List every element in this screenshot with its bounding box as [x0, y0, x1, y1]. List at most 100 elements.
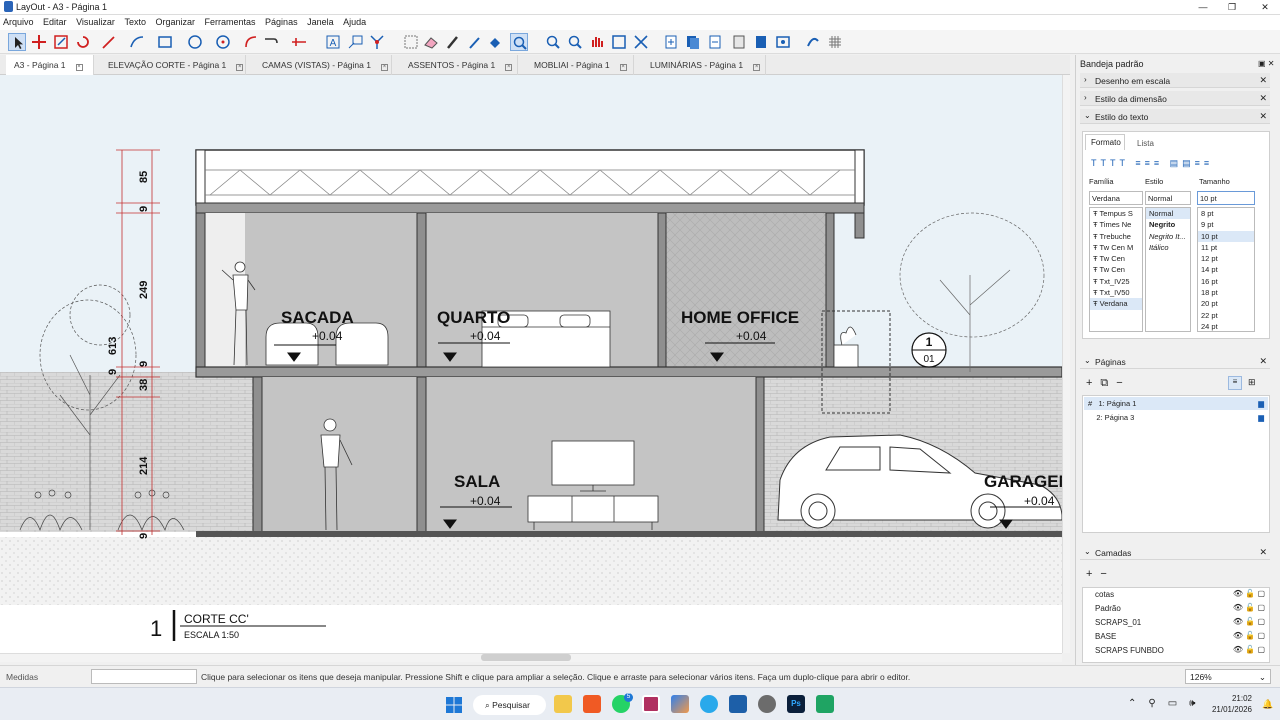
clip-tool-icon[interactable] [402, 33, 420, 51]
text-format-buttons[interactable]: TTTT ≡≡≡ ▤▤≡≡ [1091, 158, 1267, 172]
font-family-item[interactable]: Ŧ Tw Cen [1090, 253, 1142, 264]
maximize-button[interactable]: ❐ [1225, 1, 1239, 13]
close-tab-icon[interactable]: × [236, 64, 244, 71]
size-field[interactable]: 10 pt [1197, 191, 1255, 205]
camtasia-icon[interactable] [816, 695, 834, 713]
delete-page-icon[interactable] [706, 33, 724, 51]
taskbar-search[interactable]: ⌕ Pesquisar [473, 695, 546, 715]
font-size-item[interactable]: 12 pt [1198, 253, 1254, 264]
family-field[interactable]: Verdana [1089, 191, 1143, 205]
brave-browser-icon[interactable] [583, 695, 601, 713]
section-marker[interactable]: 1 01 [911, 332, 947, 368]
tab-luminarias[interactable]: LUMINÁRIAS - Página 1 × [642, 55, 766, 75]
move-tool-icon[interactable] [30, 33, 48, 51]
close-icon[interactable]: ✕ [1259, 111, 1267, 122]
menu-arquivo[interactable]: Arquivo [0, 15, 38, 27]
font-size-item[interactable]: 10 pt [1198, 230, 1254, 242]
tab-a3-pagina-1[interactable]: A3 - Página 1 × [6, 55, 94, 75]
measures-input[interactable] [91, 669, 197, 684]
font-family-item[interactable]: Ŧ Trebuche [1090, 231, 1142, 242]
tab-camas-vistas[interactable]: CAMAS (VISTAS) - Página 1 × [254, 55, 392, 75]
layer-visibility-lock-icons[interactable]: 👁 🔓 ▢ [1233, 617, 1265, 626]
settings-gear-icon[interactable] [758, 695, 776, 713]
layer-item[interactable]: Padrão 👁 🔓 ▢ [1083, 602, 1269, 616]
zoom-select[interactable]: 126% ⌄ [1185, 669, 1271, 684]
section-paginas[interactable]: ⌄ Páginas ✕ [1080, 354, 1270, 369]
sketchup-model-icon[interactable] [804, 33, 822, 51]
font-family-item[interactable]: Ŧ Times Ne [1090, 219, 1142, 230]
duplicate-page-icon[interactable] [684, 33, 702, 51]
page-actions[interactable]: +⧉− [1086, 377, 1131, 390]
layer-visibility-lock-icons[interactable]: 👁 🔓 ▢ [1233, 589, 1265, 598]
close-tab-icon[interactable]: × [619, 64, 627, 71]
pan-tool-icon[interactable] [588, 33, 606, 51]
font-family-item[interactable]: Ŧ Tempus S [1090, 208, 1142, 219]
line-tool-icon[interactable] [100, 33, 118, 51]
font-style-list[interactable]: Normal Negrito Negrito It... Itálico [1145, 207, 1191, 332]
font-style-item[interactable]: Normal [1146, 208, 1190, 220]
telegram-icon[interactable] [700, 695, 718, 713]
notifications-icon[interactable]: 🔔 [1262, 699, 1273, 710]
layer-visibility-lock-icons[interactable]: 👁 🔓 ▢ [1233, 603, 1265, 612]
font-size-item[interactable]: 9 pt [1198, 219, 1254, 230]
fit-page-icon[interactable] [632, 33, 650, 51]
style-tool-icon[interactable] [444, 33, 462, 51]
close-tab-icon[interactable]: × [505, 64, 513, 71]
split-tool-icon[interactable] [262, 33, 280, 51]
vertical-scrollbar[interactable] [1062, 75, 1070, 653]
copilot-icon[interactable] [671, 695, 689, 713]
font-size-item[interactable]: 16 pt [1198, 276, 1254, 287]
tab-formato[interactable]: Formato [1085, 134, 1125, 150]
offset-tool-icon[interactable] [242, 33, 260, 51]
font-size-item[interactable]: 8 pt [1198, 208, 1254, 219]
close-icon[interactable]: ✕ [1259, 93, 1267, 104]
font-style-item[interactable]: Negrito [1146, 219, 1190, 230]
menu-ajuda[interactable]: Ajuda [340, 15, 370, 27]
section-estilo-do-texto[interactable]: ⌄ Estilo do texto ✕ [1080, 109, 1270, 124]
section-estilo-da-dimensao[interactable]: › Estilo da dimensão ✕ [1080, 91, 1270, 106]
menu-ferramentas[interactable]: Ferramentas [202, 15, 260, 27]
page-setup-icon[interactable] [730, 33, 748, 51]
grid-icon[interactable] [826, 33, 844, 51]
circle-tool-icon[interactable] [186, 33, 204, 51]
font-size-item[interactable]: 22 pt [1198, 310, 1254, 321]
font-family-item[interactable]: Ŧ Verdana [1090, 298, 1142, 310]
add-page-icon[interactable] [662, 33, 680, 51]
rotate-tool-icon[interactable] [74, 33, 92, 51]
menu-janela[interactable]: Janela [304, 15, 338, 27]
font-size-item[interactable]: 24 pt [1198, 321, 1254, 332]
scale-tool-icon[interactable] [52, 33, 70, 51]
tray-pin-icon[interactable]: ▣ ✕ [1258, 59, 1274, 68]
table-tool-icon[interactable] [368, 33, 386, 51]
font-family-item[interactable]: Ŧ Tw Cen [1090, 264, 1142, 275]
file-explorer-icon[interactable] [554, 695, 572, 713]
menu-editar[interactable]: Editar [40, 15, 71, 27]
layer-item[interactable]: SCRAPS_01 👁 🔓 ▢ [1083, 616, 1269, 630]
menu-texto[interactable]: Texto [121, 15, 150, 27]
tab-assentos[interactable]: ASSENTOS - Página 1 × [400, 55, 518, 75]
layer-item[interactable]: SCRAPS FUNBDO 👁 🔓 ▢ [1083, 644, 1269, 658]
zoom-extents-icon[interactable] [610, 33, 628, 51]
sketchup-icon[interactable] [729, 695, 747, 713]
font-family-item[interactable]: Ŧ Txt_IV25 [1090, 276, 1142, 287]
close-tab-icon[interactable]: × [753, 64, 761, 71]
font-size-item[interactable]: 18 pt [1198, 287, 1254, 298]
font-size-item[interactable]: 20 pt [1198, 298, 1254, 309]
font-family-item[interactable]: Ŧ Txt_IV50 [1090, 287, 1142, 298]
font-size-item[interactable]: 11 pt [1198, 242, 1254, 253]
paint-tool-icon[interactable] [486, 33, 504, 51]
photoshop-icon[interactable]: Ps [787, 695, 805, 713]
close-icon[interactable]: ✕ [1259, 75, 1267, 86]
presentation-icon[interactable] [774, 33, 792, 51]
close-tab-icon[interactable]: × [380, 64, 388, 71]
drawing-canvas[interactable]: 85 9 249 613 9 38 214 9 9 SACADA QUARTO … [0, 75, 1062, 653]
sample-tool-icon[interactable] [466, 33, 484, 51]
list-view-icon[interactable]: ≡ [1228, 376, 1242, 390]
layout-taskbar-icon[interactable] [642, 695, 660, 713]
layer-visibility-lock-icons[interactable]: 👁 🔓 ▢ [1233, 645, 1265, 654]
section-camadas[interactable]: ⌄ Camadas ✕ [1080, 545, 1270, 560]
style-field[interactable]: Normal [1145, 191, 1191, 205]
menu-paginas[interactable]: Páginas [262, 15, 302, 27]
layer-item[interactable]: BASE 👁 🔓 ▢ [1083, 630, 1269, 644]
layer-visibility-lock-icons[interactable]: 👁 🔓 ▢ [1233, 631, 1265, 640]
